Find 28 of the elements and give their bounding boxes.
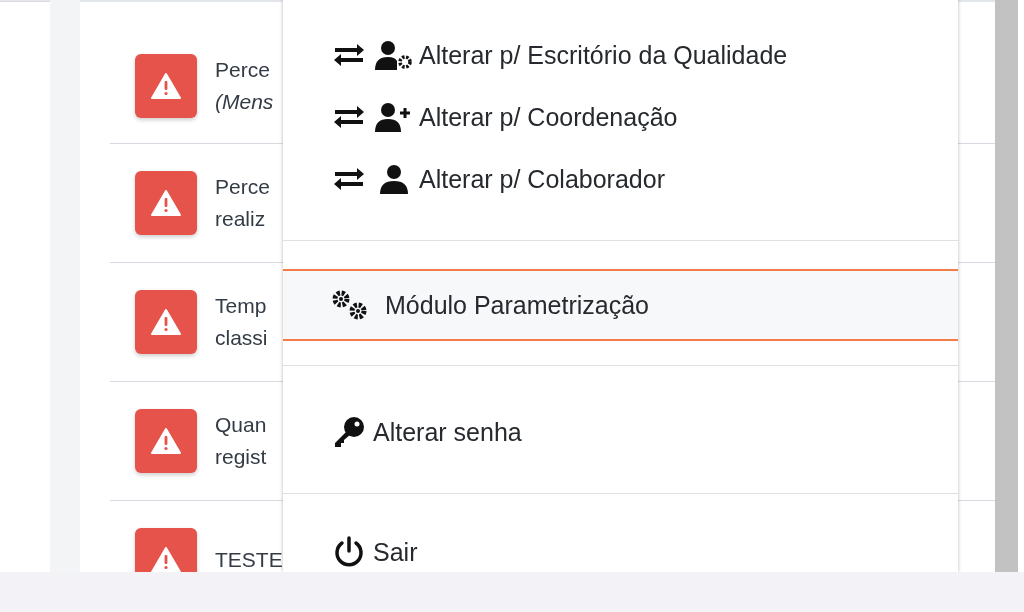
menu-item[interactable]: Sair (283, 532, 958, 572)
alert-text: regist (215, 444, 267, 470)
menu-item[interactable]: Alterar senha (283, 401, 958, 463)
menu-item[interactable]: Alterar p/ Colaborador (283, 148, 958, 210)
menu-item[interactable]: Alterar p/ Coordenação (283, 86, 958, 148)
alert-text: TESTE (215, 547, 283, 572)
alert-text: Perce (215, 174, 270, 200)
menu-item[interactable]: Módulo Parametrização (283, 269, 958, 341)
user-gear-icon (375, 40, 413, 70)
warning-icon (135, 409, 197, 473)
swap-icon (333, 103, 365, 131)
alert-text: Quan (215, 412, 267, 438)
warning-icon (135, 171, 197, 235)
user-plus-icon (375, 102, 413, 132)
alert-text: realiz (215, 206, 267, 232)
alert-text: (Mens (215, 88, 274, 115)
swap-icon (333, 41, 365, 69)
power-icon (333, 536, 365, 568)
gears-icon (331, 290, 369, 320)
warning-icon (135, 290, 197, 354)
swap-icon (333, 165, 365, 193)
scrollbar[interactable] (995, 0, 1018, 572)
key-icon (333, 416, 365, 448)
alert-text: Perce (215, 56, 271, 83)
warning-icon (135, 53, 197, 118)
alert-text: Temp (215, 293, 268, 319)
menu-item[interactable]: Alterar p/ Escritório da Qualidade (283, 24, 958, 86)
alert-text: classi (215, 325, 268, 351)
